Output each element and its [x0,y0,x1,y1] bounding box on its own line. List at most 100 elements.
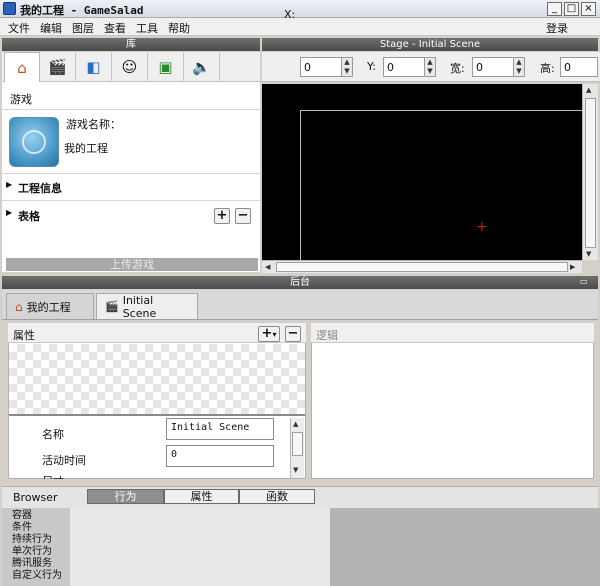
x-stepper[interactable]: ▲ ▼ [341,57,353,77]
login-link[interactable]: 登录 [546,20,568,36]
width-label: 宽: [450,62,465,75]
triangle-right-icon[interactable]: ▶ [6,208,12,217]
library-header: 库 [2,38,260,51]
properties-scrollbar[interactable]: ▲ ▼ [290,418,304,478]
remove-table-button[interactable]: − [235,208,251,224]
game-section-label: 游戏 [10,93,32,106]
dropdown-arrow-icon: ▾ [272,330,277,339]
property-size-label: 尺寸 [42,473,64,479]
height-input[interactable]: 0 [560,57,598,77]
backstage-header: 后台 [2,276,598,289]
spin-down-icon: ▼ [516,67,522,75]
scroll-thumb[interactable] [292,432,303,456]
stage-vertical-scrollbar[interactable]: ▲ ▼ [582,84,598,260]
maximize-button[interactable]: □ [564,2,579,16]
tab-initial-scene[interactable]: 🎬 Initial Scene [96,293,198,320]
menu-file[interactable]: 文件 [8,20,30,36]
menu-layer[interactable]: 图层 [72,20,94,36]
thumbnail-emblem-icon [22,130,46,154]
width-stepper[interactable]: ▲ ▼ [513,57,525,77]
divider [2,109,260,110]
attributes-preview [9,344,305,416]
list-item[interactable]: 自定义行为 [12,570,62,582]
height-label: 高: [540,62,555,75]
triangle-right-icon[interactable]: ▶ [6,180,12,189]
y-input[interactable]: 0 [383,57,429,77]
stage-horizontal-scrollbar[interactable]: ◀ ▶ [262,260,582,273]
mask-icon[interactable]: ☺ [112,52,148,82]
scene-name-input[interactable]: Initial Scene [166,418,274,440]
browser-items-pane [70,508,330,586]
add-table-button[interactable]: + [214,208,230,224]
game-name-value[interactable]: 我的工程 [64,140,108,156]
menu-edit[interactable]: 编辑 [40,20,62,36]
gamesalad-app-icon [3,2,16,15]
tab-my-project-label: 我的工程 [26,300,71,314]
library-tabs: ⌂ 🎬 ◧ ☺ ▣ 🔈 [2,52,260,83]
tab-functions[interactable]: 函数 [239,489,315,504]
list-item[interactable]: 容器 [12,510,32,522]
scroll-up-icon[interactable]: ▲ [293,420,298,428]
list-item[interactable]: 持续行为 [12,534,52,546]
menu-help[interactable]: 帮助 [168,20,190,36]
spin-down-icon: ▼ [427,67,433,75]
window-title: 我的工程 - GameSalad [20,4,144,17]
minimize-button[interactable]: _ [547,2,562,16]
browser-detail-pane [330,508,600,586]
scroll-up-icon[interactable]: ▲ [586,86,591,94]
y-label: Y: [367,60,376,73]
upload-game-button[interactable]: 上传游戏 [6,258,258,271]
logic-panel [311,323,594,479]
tab-behaviors[interactable]: 行为 [87,489,164,504]
scroll-right-icon[interactable]: ▶ [570,263,575,271]
property-name-label: 名称 [42,428,64,441]
menu-view[interactable]: 查看 [104,20,126,36]
add-attribute-button[interactable]: +▾ [258,326,280,342]
speaker-icon[interactable]: 🔈 [184,52,220,82]
list-item[interactable]: 腾讯服务 [12,558,52,570]
spin-up-icon: ▲ [344,58,350,66]
divider [2,200,260,201]
x-label: X: [284,8,296,21]
active-time-input[interactable]: 0 [166,445,274,467]
browser-label: Browser [13,491,58,504]
scroll-thumb[interactable] [276,262,568,272]
logic-label: 逻辑 [316,329,338,342]
property-active-time-label: 活动时间 [42,454,86,467]
add-attribute-label: + [261,326,273,341]
game-thumbnail[interactable] [9,117,59,167]
menu-tools[interactable]: 工具 [136,20,158,36]
game-name-label: 游戏名称： [66,118,121,131]
width-input[interactable]: 0 [472,57,518,77]
scroll-down-icon[interactable]: ▼ [586,250,591,258]
home-icon: ⌂ [15,299,23,314]
divider [2,173,260,174]
spin-up-icon: ▲ [516,58,522,66]
spin-down-icon: ▼ [344,67,350,75]
y-stepper[interactable]: ▲ ▼ [424,57,436,77]
scene-bounds [300,110,582,260]
collapse-panel-icon[interactable]: ▭ [580,277,588,286]
crosshair-icon: + [476,219,488,235]
tab-my-project[interactable]: ⌂ 我的工程 [6,293,94,319]
tab-initial-scene-label: Initial Scene [122,293,157,320]
stage-header: Stage - Initial Scene [262,38,598,51]
home-icon[interactable]: ⌂ [4,52,40,83]
remove-attribute-button[interactable]: − [285,326,301,342]
scroll-down-icon[interactable]: ▼ [293,466,298,474]
logic-header [311,323,594,343]
scroll-left-icon[interactable]: ◀ [265,263,270,271]
image-icon[interactable]: ▣ [148,52,184,82]
project-info-toggle[interactable]: 工程信息 [18,180,62,196]
cube-icon[interactable]: ◧ [76,52,112,82]
menu-bar: 文件 编辑 图层 查看 工具 帮助 登录 [0,18,600,36]
list-item[interactable]: 条件 [12,522,32,534]
x-input[interactable]: 0 [300,57,346,77]
list-item[interactable]: 单次行为 [12,546,52,558]
tables-toggle[interactable]: 表格 [18,208,40,224]
close-button[interactable]: × [581,2,596,16]
tab-attributes[interactable]: 属性 [164,489,239,504]
title-bar: 我的工程 - GameSalad _ □ × [0,0,600,18]
scroll-thumb[interactable] [585,98,596,248]
clapper-icon[interactable]: 🎬 [40,52,76,82]
